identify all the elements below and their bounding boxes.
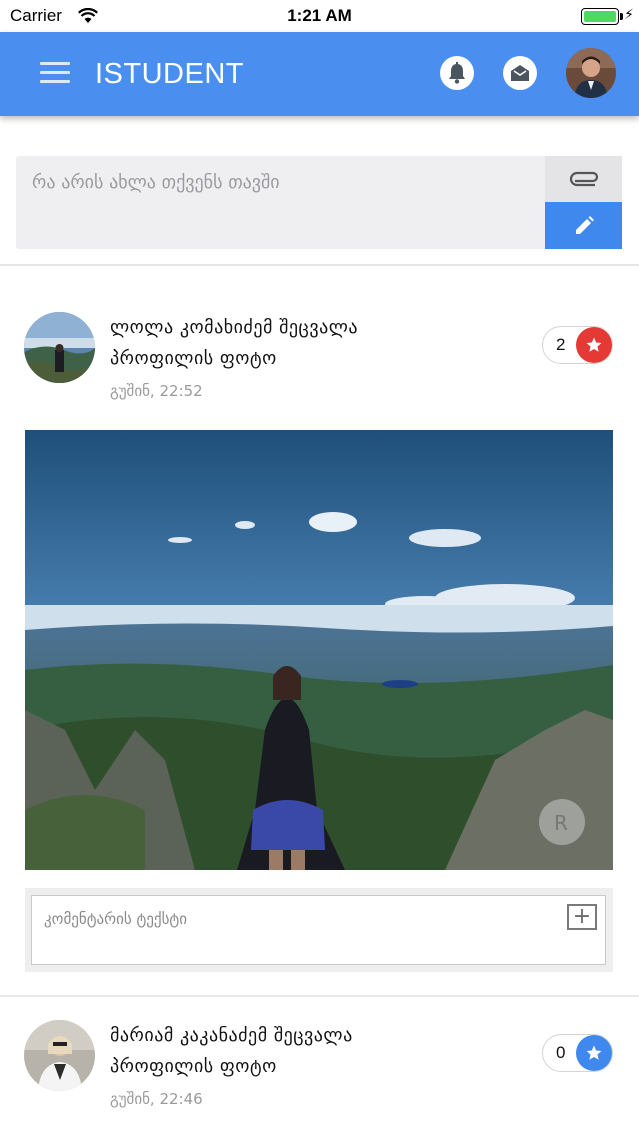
post-author-line: პროფილის ფოტო xyxy=(110,1056,277,1077)
status-bar: Carrier 1:21 AM ⚡ xyxy=(0,0,639,32)
plus-box-icon[interactable]: + xyxy=(567,904,597,930)
bell-icon xyxy=(449,62,465,84)
svg-text:R: R xyxy=(554,811,568,835)
attach-button[interactable] xyxy=(545,156,622,202)
charging-icon: ⚡ xyxy=(624,7,634,23)
post-author-line: ლოლა კომახიძემ შეცვალა xyxy=(110,317,359,338)
notifications-button[interactable] xyxy=(440,56,474,90)
messages-button[interactable] xyxy=(503,56,537,90)
comment-input[interactable]: კომენტარის ტექსტი + xyxy=(31,895,606,965)
divider xyxy=(0,264,639,266)
like-count: 0 xyxy=(556,1043,566,1062)
like-button[interactable]: 0 xyxy=(542,1034,613,1072)
like-button[interactable]: 2 xyxy=(542,326,613,364)
hamburger-icon[interactable] xyxy=(40,62,70,84)
clock: 1:21 AM xyxy=(287,6,352,25)
battery-icon xyxy=(581,8,619,25)
status-input[interactable]: რა არის ახლა თქვენს თავში xyxy=(32,172,280,193)
comment-section: კომენტარის ტექსტი + xyxy=(25,888,613,972)
app-title: ISTUDENT xyxy=(95,58,244,90)
post-author-avatar[interactable] xyxy=(24,312,95,383)
post-photo[interactable]: R xyxy=(25,430,613,870)
post-author-text[interactable]: მარიამ კაკანაძემ შეცვალა პროფილის ფოტო xyxy=(110,1020,530,1082)
post-timestamp: გუშინ, 22:52 xyxy=(110,382,203,400)
app-bar: ISTUDENT xyxy=(0,32,639,116)
divider xyxy=(0,995,639,997)
star-icon xyxy=(576,1035,612,1071)
comment-placeholder: კომენტარის ტექსტი xyxy=(44,910,188,928)
post-author-avatar[interactable] xyxy=(24,1020,95,1091)
paperclip-icon xyxy=(569,171,598,187)
post-timestamp: გუშინ, 22:46 xyxy=(110,1090,203,1108)
envelope-open-icon xyxy=(511,65,529,81)
user-avatar[interactable] xyxy=(566,48,616,98)
star-icon xyxy=(576,327,612,363)
post-author-line: პროფილის ფოტო xyxy=(110,348,277,369)
post-author-line: მარიამ კაკანაძემ შეცვალა xyxy=(110,1025,353,1046)
like-count: 2 xyxy=(556,335,566,354)
battery-tip xyxy=(620,13,623,20)
post-status-button[interactable] xyxy=(545,202,622,249)
status-composer: რა არის ახლა თქვენს თავში xyxy=(16,156,622,249)
pencil-icon xyxy=(575,215,594,234)
post-author-text[interactable]: ლოლა კომახიძემ შეცვალა პროფილის ფოტო xyxy=(110,312,530,374)
